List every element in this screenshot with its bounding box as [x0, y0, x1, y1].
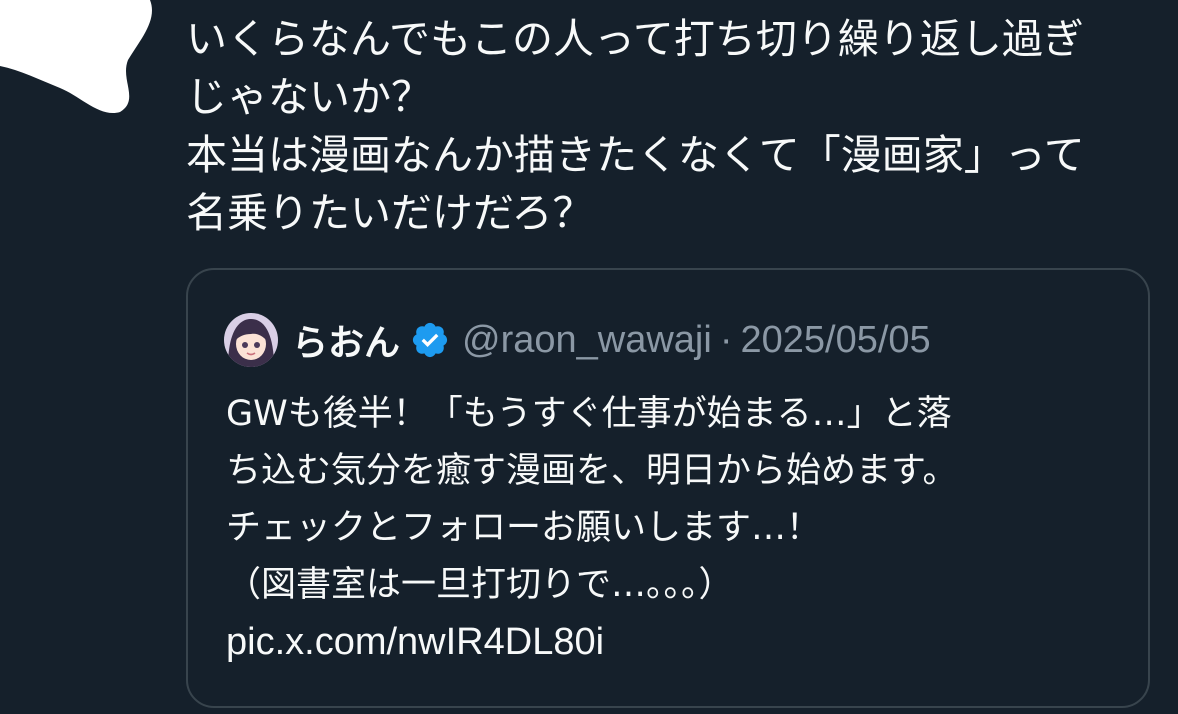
quoted-tweet-header: らおん @raon_wawaji · 2025/05/05	[224, 310, 931, 370]
quoted-text-line: （図書室は一旦打切りで…。。。）	[226, 565, 734, 605]
quoted-tweet-body: GWも後半！「もうすぐ仕事が始まる…」と落 ち込む気分を癒す漫画を、明日から始め…	[226, 386, 1136, 671]
quoted-text-line: ち込む気分を癒す漫画を、明日から始めます。	[226, 451, 958, 491]
white-scribble-overlay	[0, 0, 152, 114]
quoted-text-line: チェックとフォローお願いします…！	[226, 508, 822, 548]
tweet-text-line: じゃないか？	[186, 73, 432, 121]
quoted-display-name[interactable]: らおん	[292, 314, 400, 366]
quoted-date[interactable]: 2025/05/05	[740, 319, 930, 362]
quoted-text-line: GWも後半！「もうすぐ仕事が始まる…」と落	[226, 394, 952, 434]
user-avatar-anime-girl	[224, 313, 278, 367]
tweet-text-line: いくらなんでもこの人って打ち切り繰り返し過ぎ	[186, 15, 1084, 63]
quoted-tweet-card[interactable]: らおん @raon_wawaji · 2025/05/05 GWも後半！「もうす…	[186, 268, 1150, 708]
verified-badge-icon	[412, 322, 448, 358]
tweet-text-line: 本当は漫画なんか描きたくなくて「漫画家」って	[186, 131, 1085, 179]
header-separator: ·	[719, 318, 733, 361]
avatar[interactable]	[224, 313, 278, 367]
quoted-media-link[interactable]: pic.x.com/nwIR4DL80i	[226, 614, 1136, 671]
quoted-handle[interactable]: @raon_wawaji	[462, 319, 712, 362]
tweet-text: いくらなんでもこの人って打ち切り繰り返し過ぎ じゃないか？ 本当は漫画なんか描き…	[186, 10, 1146, 242]
tweet-text-line: 名乗りたいだけだろ？	[186, 189, 594, 237]
